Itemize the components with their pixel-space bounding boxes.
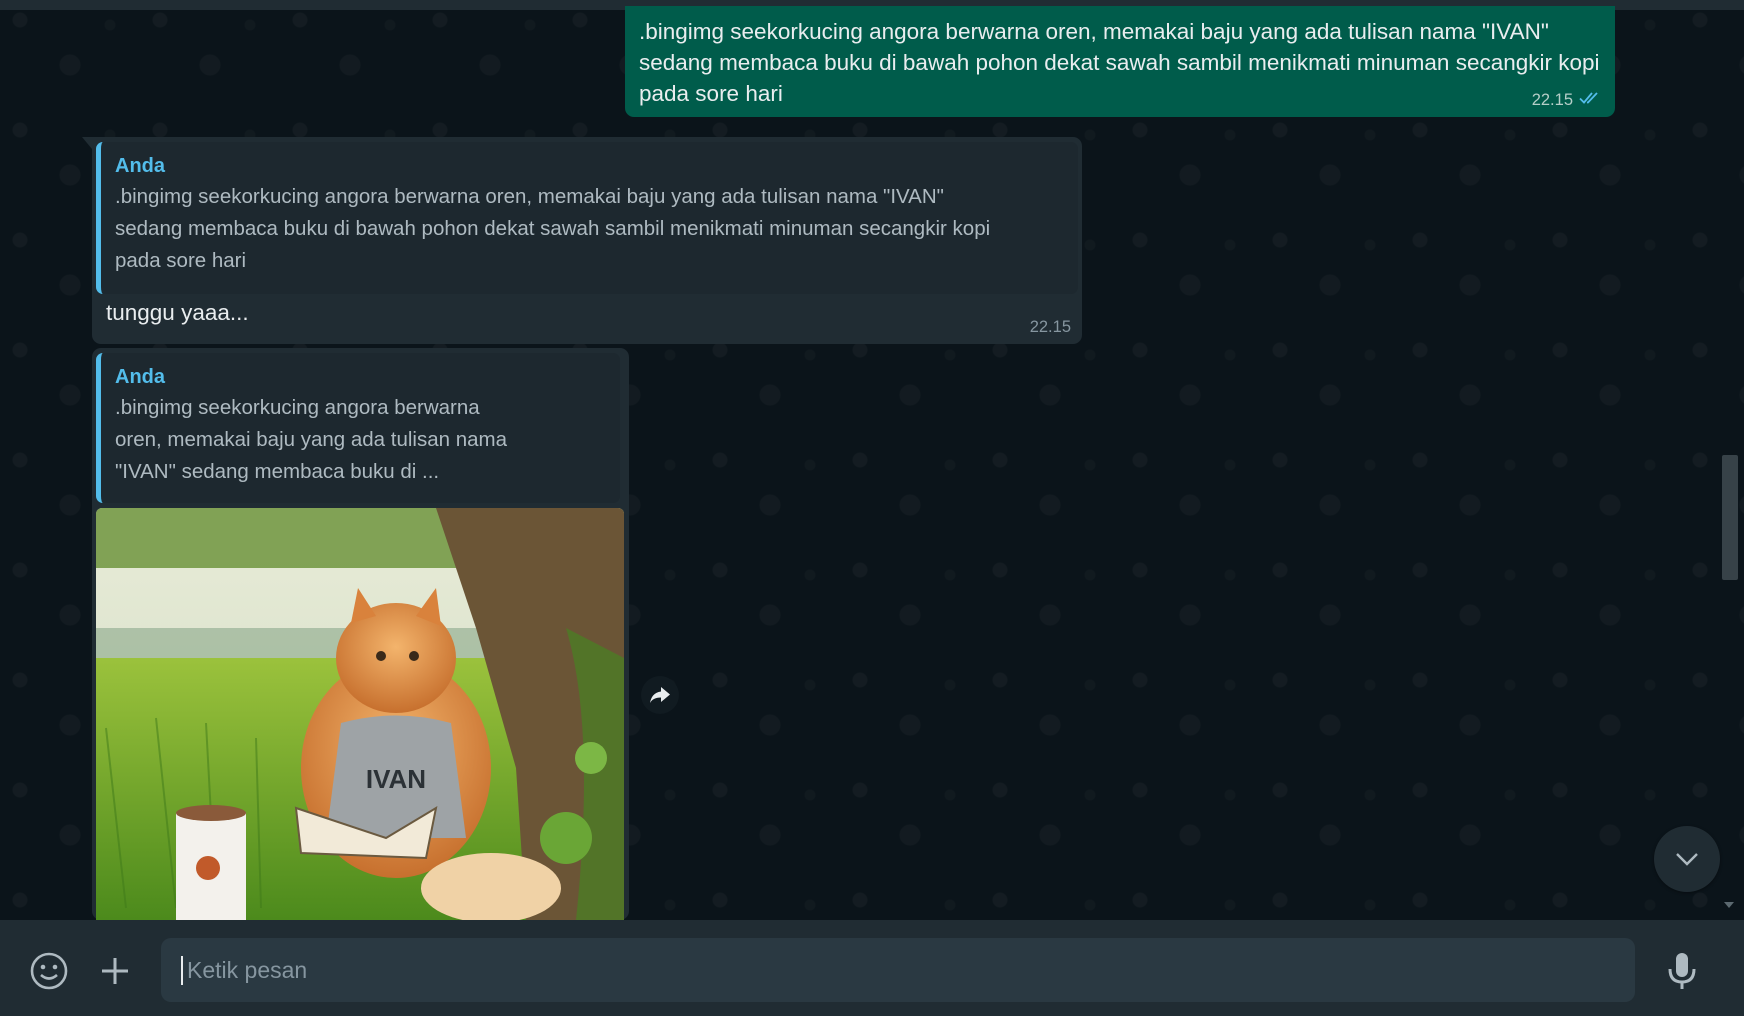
- emoji-button[interactable]: [26, 948, 72, 994]
- quote-text: .bingimg seekorkucing angora berwarna or…: [115, 396, 508, 483]
- quoted-message[interactable]: Anda .bingimg seekorkucing angora berwar…: [96, 353, 620, 503]
- attach-button[interactable]: [92, 948, 138, 994]
- message-time: 22.15: [1029, 318, 1071, 336]
- scroll-to-bottom-button[interactable]: [1654, 826, 1720, 892]
- message-meta: 22.15: [1532, 91, 1601, 110]
- outgoing-message[interactable]: .bingimg seekorkucing angora berwarna or…: [625, 6, 1615, 117]
- message-time: 22.15: [1531, 91, 1573, 109]
- message-image[interactable]: IVAN: [96, 508, 624, 920]
- plus-icon: [102, 958, 128, 984]
- bubble-tail: [82, 137, 92, 149]
- message-text: .bingimg seekorkucing angora berwarna or…: [639, 19, 1600, 106]
- chevron-down-icon: [1676, 853, 1698, 866]
- scrollbar-thumb[interactable]: [1722, 455, 1738, 580]
- scrollbar-arrow-down[interactable]: [1724, 902, 1734, 908]
- message-input-box[interactable]: [161, 938, 1635, 1002]
- composer-bar: [0, 920, 1744, 1016]
- forward-button[interactable]: [641, 676, 679, 714]
- quote-author: Anda: [115, 366, 165, 388]
- mic-icon: [1668, 953, 1696, 989]
- chat-area: .bingimg seekorkucing angora berwarna or…: [0, 0, 1744, 920]
- incoming-message-image[interactable]: Anda .bingimg seekorkucing angora berwar…: [92, 348, 629, 920]
- forward-icon: [650, 687, 670, 703]
- quoted-message[interactable]: Anda .bingimg seekorkucing angora berwar…: [96, 142, 1078, 294]
- image-shirt-text: IVAN: [366, 764, 426, 794]
- quote-text: .bingimg seekorkucing angora berwarna or…: [115, 185, 991, 272]
- message-input[interactable]: [181, 955, 1615, 985]
- quote-author: Anda: [115, 155, 165, 177]
- double-check-icon: [1579, 91, 1601, 110]
- message-text: tunggu yaaa...: [106, 300, 249, 325]
- voice-message-button[interactable]: [1660, 946, 1704, 996]
- emoji-icon: [30, 952, 68, 990]
- incoming-message-text[interactable]: Anda .bingimg seekorkucing angora berwar…: [82, 137, 1082, 344]
